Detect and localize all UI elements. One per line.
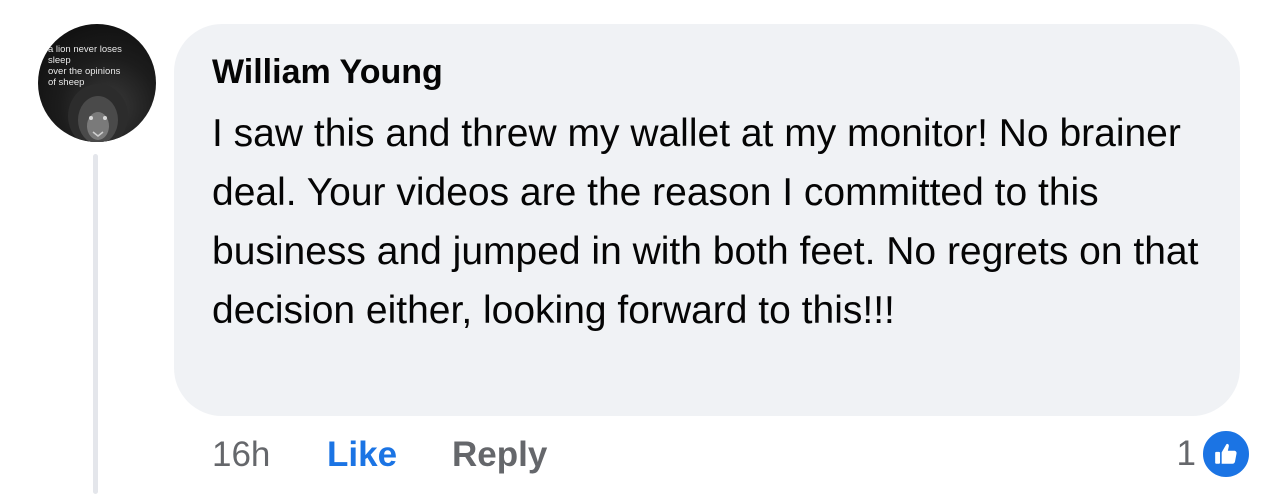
like-button[interactable]: Like bbox=[327, 434, 397, 476]
avatar-caption: a lion never loses sleep over the opinio… bbox=[48, 44, 122, 88]
reply-button[interactable]: Reply bbox=[452, 434, 547, 476]
avatar[interactable]: a lion never loses sleep over the opinio… bbox=[38, 24, 156, 142]
thread-line bbox=[93, 154, 98, 494]
comment-timestamp[interactable]: 16h bbox=[212, 434, 270, 476]
thumbs-up-icon bbox=[1200, 428, 1252, 480]
reaction-summary[interactable]: 1 bbox=[1177, 426, 1252, 482]
comment-text: I saw this and threw my wallet at my mon… bbox=[212, 112, 1199, 332]
reaction-count: 1 bbox=[1176, 434, 1196, 473]
comment-author[interactable]: William Young bbox=[212, 50, 443, 94]
